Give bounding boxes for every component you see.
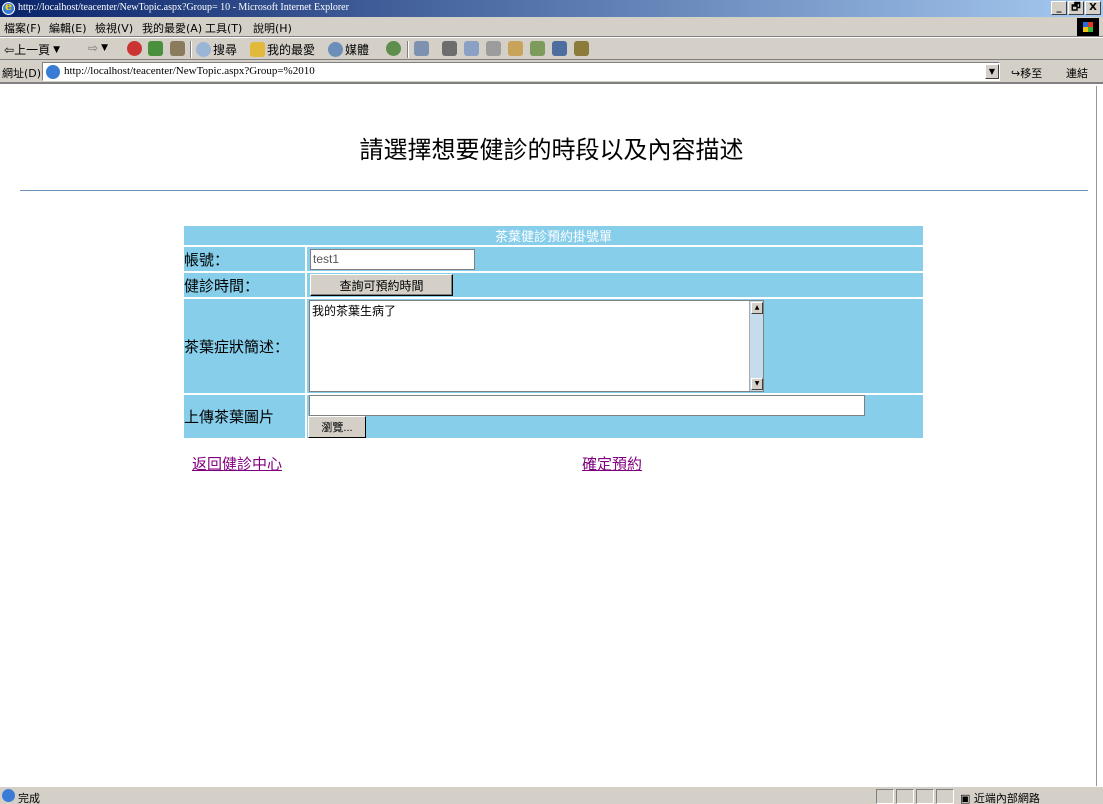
menu-tools[interactable]: 工具(T) — [205, 20, 242, 36]
menu-favorites[interactable]: 我的最愛(A) — [142, 20, 202, 36]
upload-label: 上傳茶葉圖片 — [182, 393, 307, 440]
research-icon — [508, 41, 523, 56]
window-title-bar: http://localhost/teacenter/NewTopic.aspx… — [0, 0, 1103, 17]
page-content: 請選擇想要健診的時段以及內容描述 茶葉健診預約掛號單 帳號： 健診時間： 查詢可… — [0, 86, 1096, 786]
page-scrollbar[interactable] — [1096, 86, 1103, 786]
links-button[interactable]: 連結 — [1066, 65, 1088, 81]
dropdown-arrow-icon: ▼ — [53, 44, 60, 55]
mail-button[interactable] — [414, 41, 431, 56]
page-icon — [46, 65, 60, 79]
status-text: 完成 — [18, 792, 40, 804]
menu-bar: 檔案(F) 編輯(E) 檢視(V) 我的最愛(A) 工具(T) 說明(H) — [0, 17, 1103, 37]
scroll-down-icon[interactable]: ▼ — [751, 378, 763, 390]
account-label: 帳號： — [182, 245, 307, 273]
page-title: 請選擇想要健診的時段以及內容描述 — [359, 136, 744, 164]
history-button[interactable] — [386, 41, 403, 56]
home-icon — [170, 41, 185, 56]
address-url: http://localhost/teacenter/NewTopic.aspx… — [64, 65, 315, 77]
media-icon — [328, 42, 343, 57]
stop-button[interactable] — [127, 41, 144, 56]
forward-button[interactable]: ⇨ ▼ — [88, 41, 108, 55]
minimize-button[interactable]: _ — [1051, 1, 1067, 15]
windows-logo-icon — [1077, 18, 1099, 36]
intranet-icon: ▣ — [960, 792, 974, 804]
menu-view[interactable]: 檢視(V) — [95, 20, 133, 36]
back-button[interactable]: ⇦ 上一頁 ▼ — [4, 41, 60, 58]
user-icon — [574, 41, 589, 56]
appointment-form: 茶葉健診預約掛號單 帳號： 健診時間： 查詢可預約時間 茶葉症狀簡述： 我的茶葉… — [182, 224, 925, 440]
form-header: 茶葉健診預約掛號單 — [182, 224, 925, 247]
go-button[interactable]: ↪移至 — [1011, 65, 1042, 81]
confirm-booking-link[interactable]: 確定預約 — [582, 453, 642, 474]
messenger-icon — [530, 41, 545, 56]
refresh-button[interactable] — [148, 41, 165, 56]
account-input[interactable] — [310, 248, 475, 270]
forward-arrow-icon: ⇨ — [88, 41, 99, 55]
menu-file[interactable]: 檔案(F) — [4, 20, 41, 36]
history-icon — [386, 41, 401, 56]
print-icon — [442, 41, 457, 56]
menu-edit[interactable]: 編輯(E) — [49, 20, 87, 36]
address-dropdown-button[interactable]: ▼ — [985, 64, 999, 79]
divider — [20, 190, 1088, 191]
print-button[interactable] — [442, 41, 459, 56]
ie-icon — [2, 0, 15, 15]
time-label: 健診時間： — [182, 271, 307, 299]
dropdown-arrow-icon: ▼ — [101, 43, 108, 53]
mail-icon — [414, 41, 429, 56]
window-title: http://localhost/teacenter/NewTopic.aspx… — [18, 2, 349, 13]
status-bar: 完成 ▣ 近端內部網路 — [0, 786, 1103, 804]
search-icon — [196, 42, 211, 57]
edit-button[interactable] — [464, 41, 481, 56]
symptom-label: 茶葉症狀簡述： — [182, 297, 307, 395]
back-arrow-icon: ⇦ — [4, 42, 15, 57]
maximize-button[interactable]: 🗗 — [1068, 1, 1084, 15]
media-button[interactable]: 媒體 — [328, 41, 369, 58]
address-label: 網址(D) — [2, 67, 42, 80]
favorites-button[interactable]: 我的最愛 — [250, 41, 315, 58]
refresh-icon — [148, 41, 163, 56]
home-button[interactable] — [170, 41, 187, 56]
address-input[interactable]: http://localhost/teacenter/NewTopic.aspx… — [42, 62, 1000, 81]
menu-help[interactable]: 說明(H) — [253, 20, 292, 36]
file-path-input[interactable] — [309, 395, 865, 416]
browse-button[interactable]: 瀏覽... — [308, 416, 366, 438]
tools-icon — [552, 41, 567, 56]
discuss-button[interactable] — [486, 41, 503, 56]
favorites-icon — [250, 42, 265, 57]
user-button[interactable] — [574, 41, 591, 56]
textarea-scrollbar[interactable]: ▲ ▼ — [749, 301, 763, 391]
toolbar: ⇦ 上一頁 ▼ ⇨ ▼ 搜尋 我的最愛 媒體 — [0, 37, 1103, 60]
discuss-icon — [486, 41, 501, 56]
scroll-up-icon[interactable]: ▲ — [751, 302, 763, 314]
tools-button[interactable] — [552, 41, 569, 56]
messenger-button[interactable] — [530, 41, 547, 56]
security-zone: ▣ 近端內部網路 — [960, 792, 1040, 804]
search-button[interactable]: 搜尋 — [196, 41, 237, 58]
query-time-button[interactable]: 查詢可預約時間 — [310, 274, 453, 296]
stop-icon — [127, 41, 142, 56]
close-button[interactable]: X — [1085, 1, 1101, 15]
research-button[interactable] — [508, 41, 525, 56]
edit-icon — [464, 41, 479, 56]
symptom-textarea[interactable]: 我的茶葉生病了 — [309, 300, 764, 392]
page-done-icon — [2, 789, 15, 802]
address-bar: 網址(D) http://localhost/teacenter/NewTopi… — [0, 60, 1103, 84]
back-to-center-link[interactable]: 返回健診中心 — [192, 453, 282, 474]
